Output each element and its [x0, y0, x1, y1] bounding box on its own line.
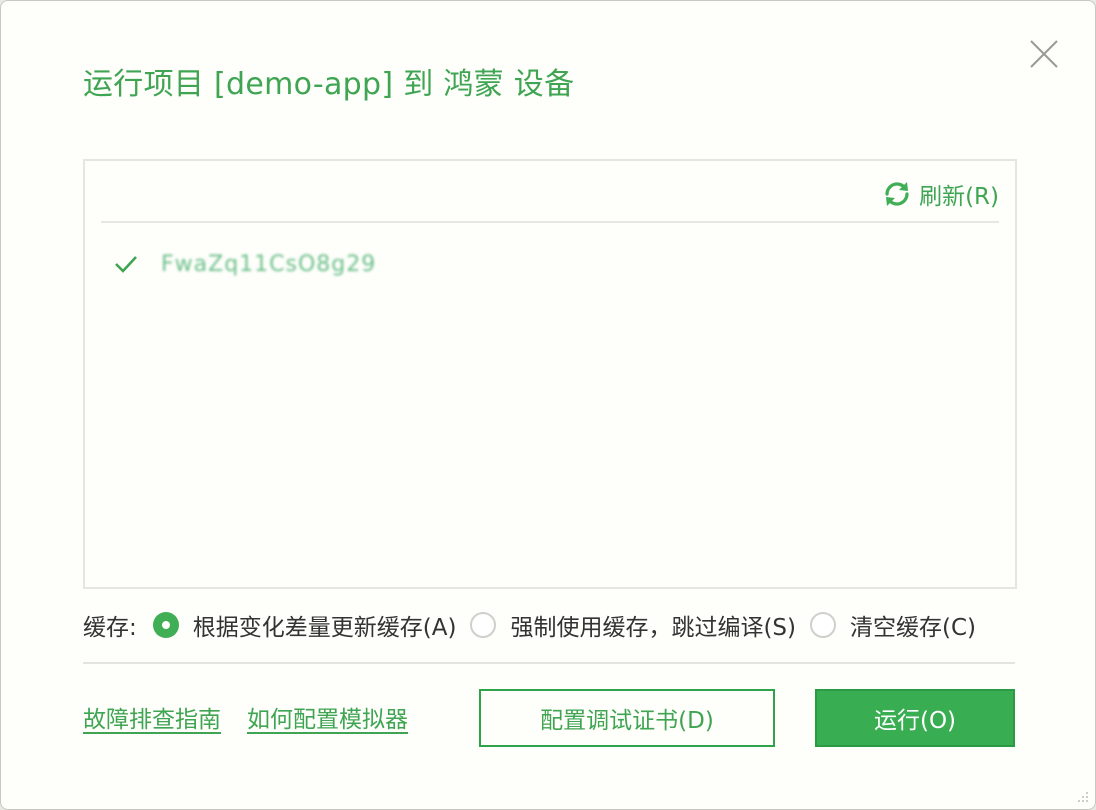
radio-checked-icon[interactable] [152, 612, 179, 638]
cache-option-label: 强制使用缓存，跳过编译(S) [510, 615, 796, 641]
config-cert-button[interactable]: 配置调试证书(D) [479, 689, 775, 747]
cache-option-label: 清空缓存(C) [849, 615, 976, 641]
radio-unchecked-icon[interactable] [470, 612, 497, 638]
troubleshoot-guide-link[interactable]: 故障排查指南 [83, 703, 221, 737]
resize-grip-icon[interactable] [1075, 789, 1089, 803]
cache-option-label: 根据变化差量更新缓存(A) [192, 615, 457, 641]
cache-label: 缓存: [83, 615, 137, 641]
device-name: FwaZq11CsO8g29 [161, 251, 377, 277]
cache-option-incremental[interactable]: 根据变化差量更新缓存(A) [152, 608, 457, 642]
emulator-config-link[interactable]: 如何配置模拟器 [247, 703, 408, 737]
footer-divider [83, 662, 1015, 664]
device-list-panel: 刷新(R) FwaZq11CsO8g29 [83, 159, 1017, 589]
dialog-title: 运行项目 [demo-app] 到 鸿蒙 设备 [83, 67, 575, 102]
run-button[interactable]: 运行(O) [815, 689, 1015, 747]
cache-option-clear[interactable]: 清空缓存(C) [809, 608, 976, 642]
device-item[interactable]: FwaZq11CsO8g29 [113, 247, 376, 281]
check-icon [115, 256, 137, 273]
cache-option-force[interactable]: 强制使用缓存，跳过编译(S) [470, 608, 796, 642]
panel-divider [101, 221, 999, 223]
refresh-button[interactable]: 刷新(R) [881, 177, 999, 211]
close-icon[interactable] [1027, 37, 1061, 71]
refresh-icon [885, 182, 909, 206]
cache-options: 缓存: 根据变化差量更新缓存(A) 强制使用缓存，跳过编译(S) 清空缓存(C) [83, 605, 1013, 645]
run-dialog: 运行项目 [demo-app] 到 鸿蒙 设备 刷新(R) FwaZq11CsO… [0, 0, 1096, 810]
refresh-label: 刷新(R) [919, 184, 999, 210]
radio-unchecked-icon[interactable] [809, 612, 836, 638]
